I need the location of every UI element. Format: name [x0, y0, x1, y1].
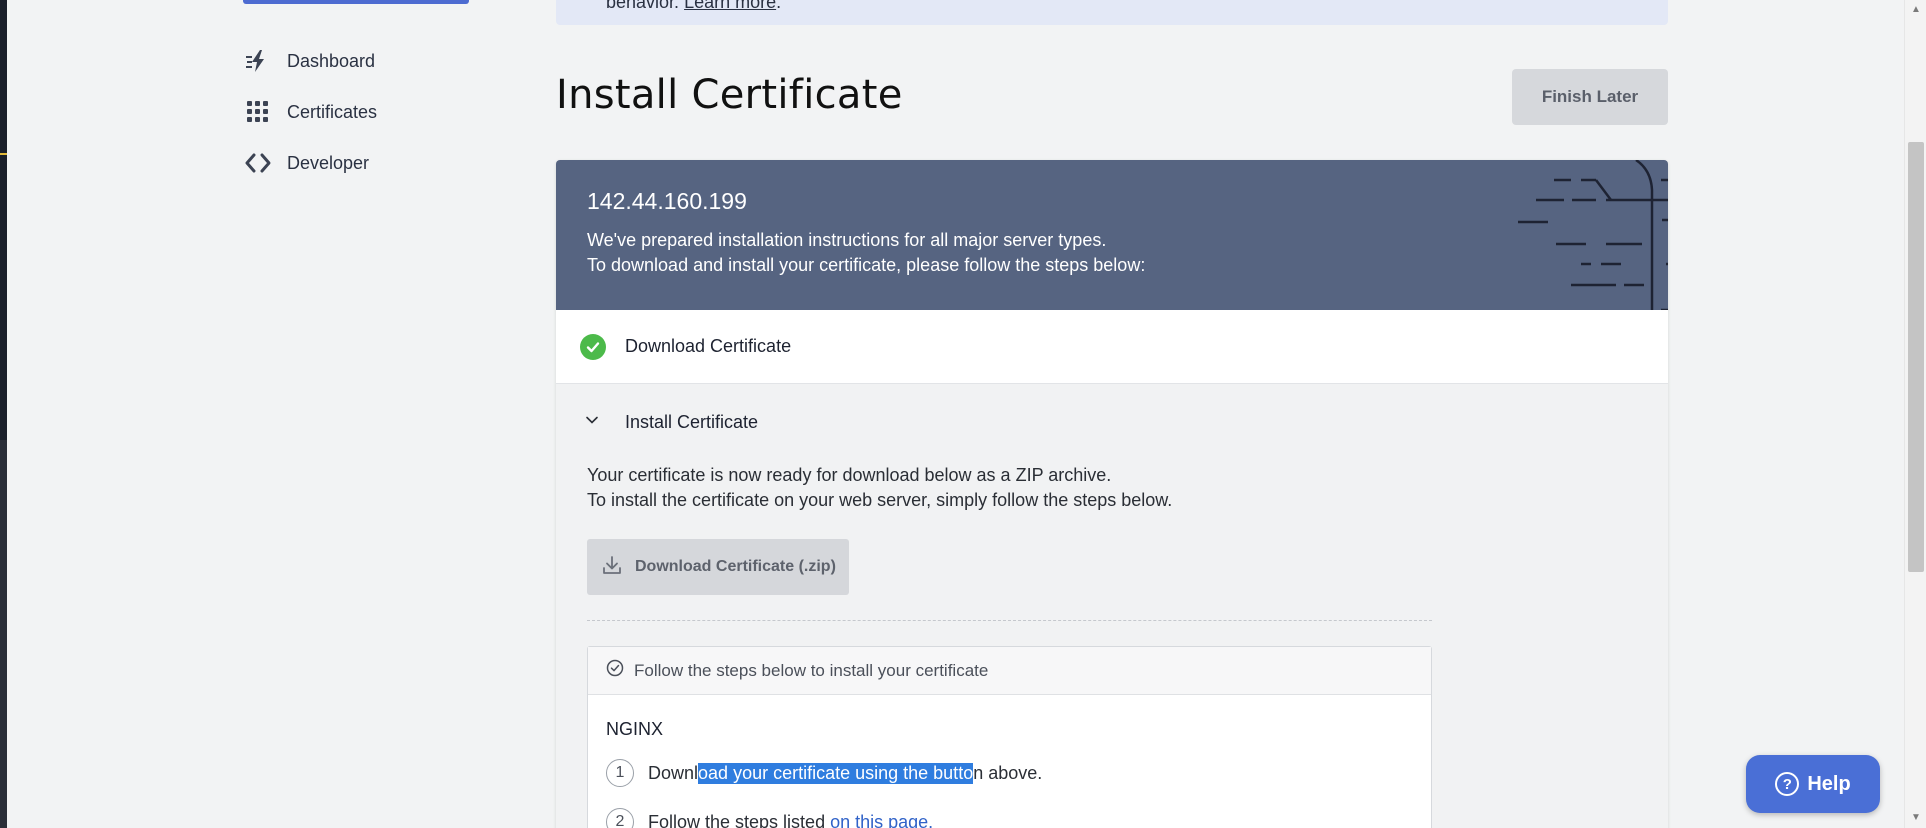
background-window-edge [0, 0, 7, 828]
list-item: 2 Follow the steps listed on this page. [606, 808, 933, 828]
info-banner-suffix: . [776, 0, 782, 12]
info-banner: behavior. Learn more. [556, 0, 1668, 25]
scroll-up-arrow-icon[interactable]: ▲ [1911, 4, 1921, 15]
step-label: Download Certificate [625, 336, 792, 356]
sidebar: Dashboard Certificates Developer [7, 0, 527, 828]
instructions-panel: Follow the steps below to install your c… [587, 646, 1432, 828]
info-banner-prefix: behavior. [606, 0, 685, 12]
install-description-line-1: Your certificate is now ready for downlo… [587, 465, 1112, 485]
chevron-down-icon[interactable] [584, 412, 600, 433]
scrollbar-thumb[interactable] [1908, 142, 1924, 572]
install-card: 142.44.160.199 We've prepared installati… [556, 160, 1668, 828]
sidebar-item-developer[interactable]: Developer [245, 148, 369, 178]
step-text-pre: Downl [648, 762, 699, 783]
step-text-post: n above. [973, 762, 1043, 783]
code-icon [245, 150, 271, 176]
step-text-pre: Follow the steps listed [648, 811, 831, 828]
step-number: 1 [606, 759, 634, 787]
step-label: Install Certificate [625, 411, 759, 432]
card-intro-line-2: To download and install your certificate… [587, 255, 1146, 275]
help-label: Help [1807, 772, 1851, 795]
download-zip-button[interactable]: Download Certificate (.zip) [587, 539, 849, 595]
download-icon [601, 554, 623, 581]
background-window-panel [0, 440, 7, 828]
step-install-certificate[interactable]: Install Certificate [556, 385, 1668, 459]
sidebar-item-label: Developer [287, 152, 370, 173]
check-icon [580, 333, 606, 360]
step-number: 2 [606, 808, 634, 828]
scroll-down-arrow-icon[interactable]: ▼ [1911, 812, 1921, 823]
sidebar-item-dashboard[interactable]: Dashboard [245, 46, 375, 76]
step-download-certificate[interactable]: Download Certificate [556, 310, 1668, 384]
selected-text: oad your certificate using the butto [698, 762, 974, 784]
dashed-divider [587, 620, 1432, 621]
page-title: Install Certificate [556, 72, 903, 118]
lightning-icon [245, 48, 271, 74]
list-item: 1 Downl oad your certificate using the bu… [606, 759, 1042, 787]
decorative-lines-graphic [1518, 160, 1668, 310]
background-window-accent [0, 153, 7, 155]
page-scrollbar[interactable]: ▲ ▼ [1904, 0, 1926, 828]
info-banner-text: behavior. Learn more. [606, 0, 781, 11]
learn-more-link[interactable]: Learn more [684, 0, 776, 12]
instructions-header-text: Follow the steps below to install your c… [634, 660, 989, 680]
question-mark-icon: ? [1775, 772, 1800, 796]
download-zip-label: Download Certificate (.zip) [635, 558, 836, 575]
step-text-post: . [928, 811, 934, 828]
instructions-header: Follow the steps below to install your c… [588, 647, 1431, 695]
server-ip: 142.44.160.199 [587, 188, 747, 214]
finish-later-button[interactable]: Finish Later [1512, 69, 1668, 125]
card-intro-line-1: We've prepared installation instructions… [587, 230, 1107, 250]
server-type-title: NGINX [606, 719, 664, 739]
sidebar-top-button[interactable] [243, 0, 469, 4]
card-header: 142.44.160.199 We've prepared installati… [556, 160, 1668, 310]
sidebar-item-certificates[interactable]: Certificates [245, 97, 377, 127]
on-this-page-link[interactable]: on this page [830, 812, 928, 828]
grid-icon [245, 99, 271, 125]
sidebar-item-label: Dashboard [287, 50, 376, 71]
sidebar-item-label: Certificates [287, 101, 378, 122]
install-description-line-2: To install the certificate on your web s… [587, 490, 1173, 510]
help-button[interactable]: ? Help [1746, 755, 1880, 813]
check-circle-icon [606, 659, 624, 682]
